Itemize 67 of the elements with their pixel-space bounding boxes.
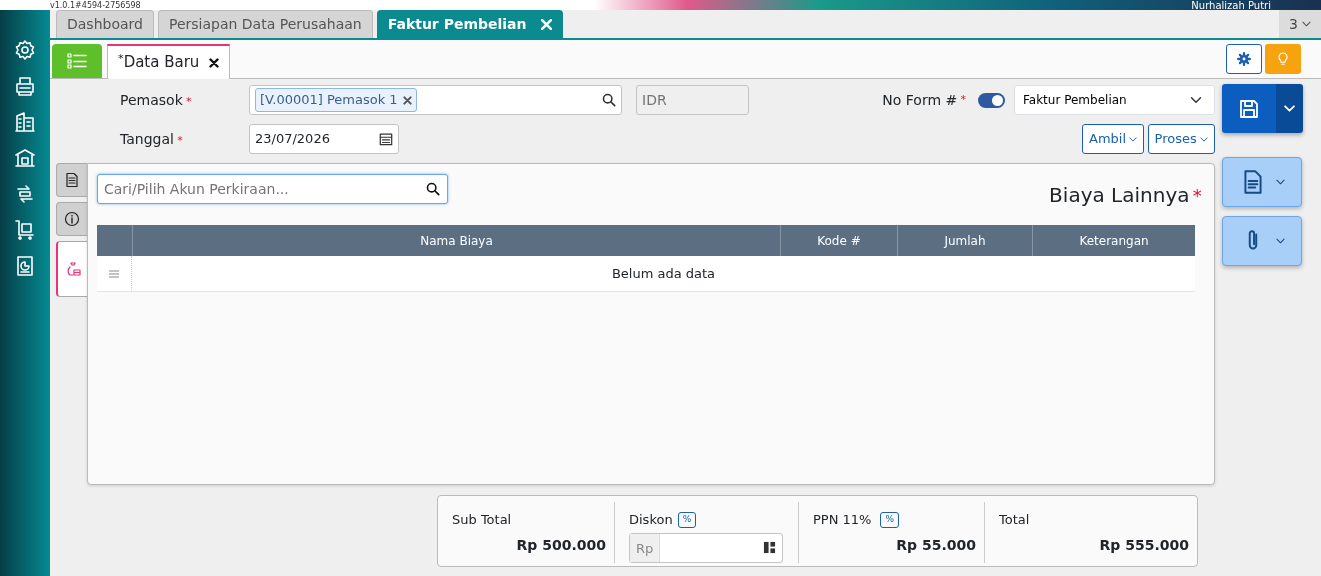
total-label: Sub Total (452, 511, 512, 529)
required-mark: * (186, 94, 192, 108)
chevron-down-icon (1275, 179, 1285, 185)
fetch-button[interactable]: Ambil (1082, 124, 1145, 154)
document-icon (64, 172, 80, 188)
required-mark: * (960, 91, 966, 108)
column-header: Kode # (780, 225, 897, 256)
total-label: PPN 11% (813, 511, 872, 529)
empty-message: Belum ada data (611, 264, 716, 283)
save-button[interactable] (1222, 84, 1303, 133)
side-tab[interactable] (56, 163, 87, 197)
chevron-down-icon (1284, 105, 1295, 112)
percent-toggle[interactable]: % (880, 512, 899, 528)
field-label: Tanggal (120, 130, 174, 147)
settings-button[interactable] (1225, 44, 1262, 74)
percent-toggle[interactable]: % (677, 512, 697, 528)
chevron-down-icon (1301, 21, 1311, 27)
required-mark: * (177, 133, 183, 147)
user-name: Nurhalizah Putri (1191, 2, 1271, 10)
tab-count-dropdown[interactable]: 3 (1279, 10, 1321, 38)
lightbulb-icon (1275, 51, 1291, 67)
process-button[interactable]: Proses (1147, 124, 1215, 154)
side-tab[interactable] (56, 202, 87, 236)
column-header: Keterangan (1032, 225, 1195, 256)
required-mark: * (1192, 183, 1202, 208)
toggle-switch[interactable] (978, 92, 1005, 108)
total-label: Total (999, 511, 1030, 529)
calendar-icon[interactable] (379, 132, 393, 146)
settings-icon[interactable] (13, 38, 37, 62)
tab[interactable]: Faktur Pembelian (376, 10, 563, 38)
tab[interactable]: Persiapan Data Perusahaan (157, 10, 373, 38)
drag-handle-icon[interactable] (109, 269, 119, 278)
attachment-button[interactable] (1222, 216, 1302, 266)
form-type-select[interactable]: Faktur Pembelian (1014, 85, 1215, 115)
list-icon (67, 53, 87, 69)
column-header (97, 225, 132, 256)
total-label: Diskon (629, 511, 673, 529)
info-icon (64, 211, 80, 227)
search-field[interactable]: Cari/Pilih Akun Perkiraan... (97, 174, 448, 204)
section-title: Biaya Lainnya (1049, 182, 1190, 209)
document-button[interactable] (1222, 157, 1302, 207)
field-label: Pemasok (120, 91, 183, 108)
total-value: Rp 55.000 (895, 535, 976, 555)
tab[interactable]: $^{*}$Data Baru (107, 44, 231, 79)
building-icon[interactable] (13, 110, 37, 134)
field-label: No Form # (882, 90, 958, 110)
supplier-field[interactable]: [V.00001] Pemasok 1 (249, 85, 622, 115)
chevron-down-icon (1129, 136, 1138, 142)
date-field[interactable]: 23/07/2026 (249, 124, 399, 154)
bank-icon[interactable] (13, 146, 37, 170)
currency-prefix: Rp (630, 533, 661, 562)
search-icon[interactable] (426, 182, 440, 196)
cart-icon[interactable] (13, 218, 37, 242)
chevron-down-icon (1200, 136, 1208, 142)
printer-icon[interactable] (13, 74, 37, 98)
total-value: Rp 555.000 (1098, 535, 1189, 555)
column-header: Nama Biaya (132, 225, 780, 256)
selected-tag[interactable]: [V.00001] Pemasok 1 (255, 88, 417, 112)
version-text: v1.0.1#4594-2756598 (50, 2, 141, 10)
settings-icon (1236, 52, 1251, 66)
search-icon[interactable] (602, 93, 616, 107)
tab[interactable]: Dashboard (56, 10, 154, 38)
close-icon[interactable] (402, 95, 412, 105)
column-header: Jumlah (897, 225, 1032, 256)
close-icon[interactable] (209, 57, 220, 68)
total-value: Rp 500.000 (515, 535, 606, 555)
chevron-down-icon (1275, 238, 1285, 244)
